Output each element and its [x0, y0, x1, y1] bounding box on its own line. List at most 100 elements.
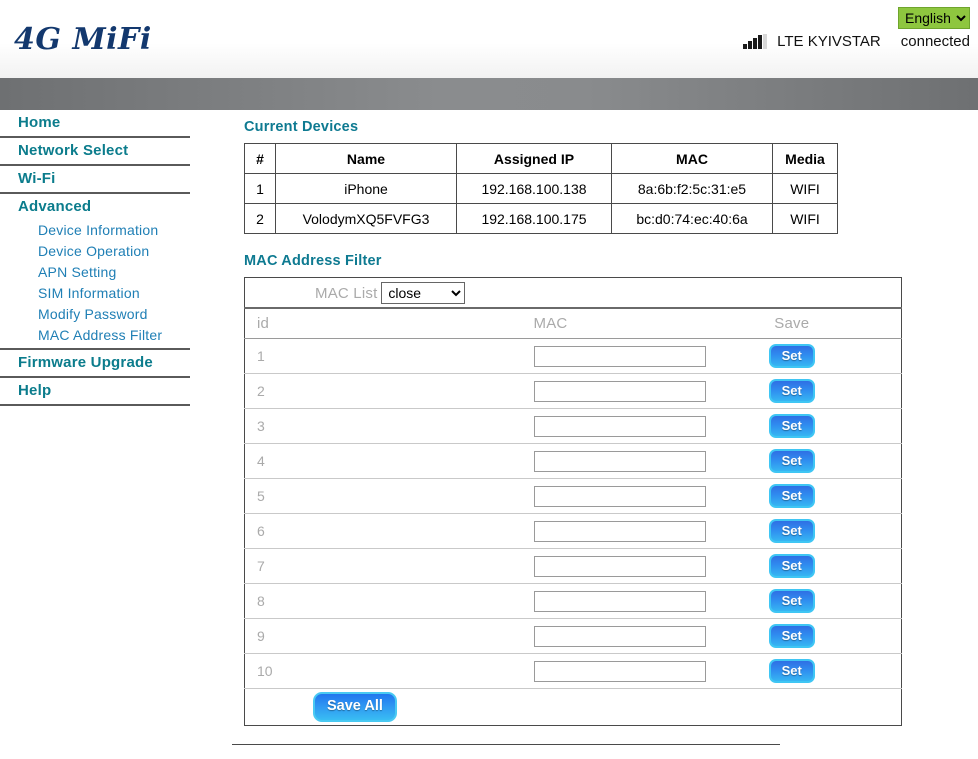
sidebar-item-help[interactable]: Help — [0, 378, 190, 406]
mac-row-save-cell: Set — [683, 409, 902, 444]
mac-address-input[interactable] — [534, 346, 706, 367]
mac-row-id: 6 — [245, 514, 464, 549]
column-header-ip: Assigned IP — [457, 144, 612, 174]
main-content: Current Devices # Name Assigned IP MAC M… — [244, 119, 964, 726]
save-all-row: Save All — [245, 689, 902, 726]
mac-address-input[interactable] — [534, 626, 706, 647]
footer-divider — [232, 744, 780, 745]
current-devices-title: Current Devices — [244, 119, 964, 135]
cell-mac: bc:d0:74:ec:40:6a — [612, 204, 773, 234]
mac-row-input-cell — [464, 619, 683, 654]
sidebar-item-wifi[interactable]: Wi-Fi — [0, 166, 190, 194]
table-row: 2 VolodymXQ5FVFG3 192.168.100.175 bc:d0:… — [245, 204, 838, 234]
mac-filter-row: 3Set — [245, 409, 902, 444]
mac-address-filter-title: MAC Address Filter — [244, 253, 964, 269]
set-button[interactable]: Set — [769, 519, 815, 543]
mac-row-save-cell: Set — [683, 584, 902, 619]
column-header-name: Name — [276, 144, 457, 174]
mac-list-control-cell: MAC List close — [245, 278, 683, 309]
sidebar-item-network-select[interactable]: Network Select — [0, 138, 190, 166]
set-button[interactable]: Set — [769, 484, 815, 508]
mac-address-input[interactable] — [534, 591, 706, 612]
cell-name: VolodymXQ5FVFG3 — [276, 204, 457, 234]
mac-row-input-cell — [464, 374, 683, 409]
set-button[interactable]: Set — [769, 589, 815, 613]
cell-ip: 192.168.100.175 — [457, 204, 612, 234]
mac-address-input[interactable] — [534, 556, 706, 577]
sidebar-item-home[interactable]: Home — [0, 110, 190, 138]
mac-address-input[interactable] — [534, 521, 706, 542]
mac-address-input[interactable] — [534, 661, 706, 682]
mac-address-input[interactable] — [534, 416, 706, 437]
mac-row-id: 1 — [245, 339, 464, 374]
set-button[interactable]: Set — [769, 624, 815, 648]
cell-index: 2 — [245, 204, 276, 234]
mac-row-input-cell — [464, 584, 683, 619]
mac-row-id: 5 — [245, 479, 464, 514]
top-nav-band — [0, 78, 978, 110]
mac-filter-row: 1 Set — [245, 339, 902, 374]
cell-mac: 8a:6b:f2:5c:31:e5 — [612, 174, 773, 204]
sidebar-item-apn-setting[interactable]: APN Setting — [0, 262, 190, 283]
sidebar-item-device-operation[interactable]: Device Operation — [0, 241, 190, 262]
mac-filter-row: 4Set — [245, 444, 902, 479]
sidebar-item-firmware-upgrade[interactable]: Firmware Upgrade — [0, 350, 190, 378]
language-select[interactable]: English — [898, 7, 970, 29]
mac-filter-header-row: id MAC Save — [245, 308, 902, 339]
column-header-media: Media — [773, 144, 838, 174]
mac-filter-row: 6 Set — [245, 514, 902, 549]
sidebar-item-mac-address-filter[interactable]: MAC Address Filter — [0, 325, 190, 346]
mac-list-row: MAC List close — [245, 278, 902, 309]
column-header-mac: MAC — [464, 308, 683, 339]
save-all-cell: Save All — [245, 689, 902, 726]
mac-row-input-cell — [464, 444, 683, 479]
mac-address-input[interactable] — [534, 381, 706, 402]
mac-filter-table: MAC List close id MAC Save 1S — [244, 277, 902, 726]
mac-row-save-cell: Set — [683, 479, 902, 514]
set-button[interactable]: Set — [769, 449, 815, 473]
column-header-index: # — [245, 144, 276, 174]
sidebar-item-advanced[interactable]: Advanced — [0, 194, 190, 220]
mac-address-input[interactable] — [534, 451, 706, 472]
sidebar-nav: Home Network Select Wi-Fi Advanced Devic… — [0, 110, 210, 406]
page-header: 4G MiFi English LTE KYIVSTAR connected — [0, 0, 978, 78]
set-button[interactable]: Set — [769, 554, 815, 578]
set-button[interactable]: Set — [769, 659, 815, 683]
set-button[interactable]: Set — [769, 344, 815, 368]
mac-row-save-cell: Set — [683, 374, 902, 409]
set-button[interactable]: Set — [769, 379, 815, 403]
cell-media: WIFI — [773, 204, 838, 234]
mac-address-input[interactable] — [534, 486, 706, 507]
mac-row-input-cell — [464, 409, 683, 444]
column-header-mac-label: MAC — [534, 315, 568, 332]
mac-row-input-cell — [464, 479, 683, 514]
mac-filter-row: 5 Set — [245, 479, 902, 514]
column-header-save: Save — [683, 308, 902, 339]
mac-row-id: 2 — [245, 374, 464, 409]
mac-row-save-cell: Set — [683, 549, 902, 584]
cell-ip: 192.168.100.138 — [457, 174, 612, 204]
sidebar-item-sim-information[interactable]: SIM Information — [0, 283, 190, 304]
mac-list-mode-select[interactable]: close — [381, 282, 465, 304]
set-button[interactable]: Set — [769, 414, 815, 438]
mac-row-save-cell: Set — [683, 444, 902, 479]
connection-state: connected — [901, 33, 970, 50]
mac-list-row-spacer — [683, 278, 902, 309]
cell-media: WIFI — [773, 174, 838, 204]
connection-status-row: LTE KYIVSTAR connected — [743, 33, 970, 50]
column-header-save-label: Save — [774, 315, 809, 332]
sidebar-item-device-information[interactable]: Device Information — [0, 220, 190, 241]
mac-row-id: 8 — [245, 584, 464, 619]
mac-filter-row: 9Set — [245, 619, 902, 654]
sidebar-subgroup-advanced: Device Information Device Operation APN … — [0, 220, 190, 350]
current-devices-table: # Name Assigned IP MAC Media 1 iPhone 19… — [244, 143, 838, 234]
language-selector-wrap: English — [898, 7, 970, 29]
mac-filter-row: 2 Set — [245, 374, 902, 409]
mac-row-save-cell: Set — [683, 514, 902, 549]
sidebar-item-modify-password[interactable]: Modify Password — [0, 304, 190, 325]
save-all-button[interactable]: Save All — [313, 692, 397, 722]
signal-bars-icon — [743, 34, 769, 49]
mac-filter-row: 10Set — [245, 654, 902, 689]
app-logo: 4G MiFi — [14, 22, 152, 57]
mac-row-id: 7 — [245, 549, 464, 584]
